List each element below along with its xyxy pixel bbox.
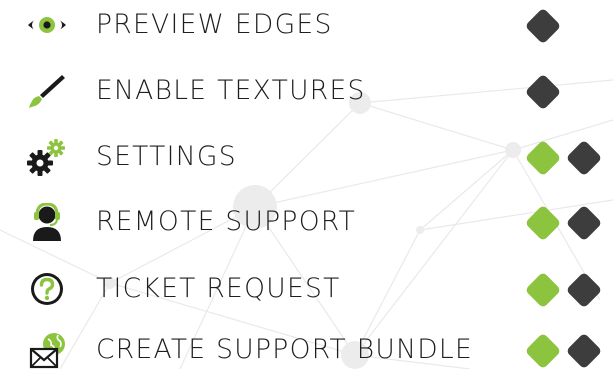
menu-item-create-support-bundle[interactable]: CREATE SUPPORT BUNDLE [0,327,613,373]
question-circle-icon [24,270,70,308]
status-indicator-dark [565,139,603,177]
headset-agent-icon [24,203,70,241]
status-indicator-green [524,204,562,242]
menu-item-ticket-request[interactable]: TICKET REQUEST [0,266,613,312]
menu-item-settings[interactable]: SETTINGS [0,134,613,180]
status-indicator-green [524,332,562,370]
status-indicator-dark [524,73,562,111]
network-background [0,79,613,369]
status-indicator-dark [565,332,603,370]
status-indicator-dark [565,204,603,242]
menu-item-enable-textures[interactable]: ENABLE TEXTURES [0,68,613,114]
menu-item-label: SETTINGS [96,141,237,172]
menu-item-label: CREATE SUPPORT BUNDLE [96,334,474,365]
menu-item-label: ENABLE TEXTURES [96,75,366,106]
status-indicator-green [524,271,562,309]
menu-item-label: REMOTE SUPPORT [96,206,357,237]
gears-icon [24,138,70,176]
menu-item-label: PREVIEW EDGES [96,9,333,40]
status-indicator-dark [565,271,603,309]
globe-envelope-icon [24,331,70,369]
menu-item-label: TICKET REQUEST [96,273,341,304]
eye-icon [24,6,70,44]
menu-item-remote-support[interactable]: REMOTE SUPPORT [0,199,613,245]
status-indicator-dark [524,7,562,45]
status-indicator-green [524,139,562,177]
paintbrush-icon [24,72,70,110]
menu-item-preview-edges[interactable]: PREVIEW EDGES [0,2,613,48]
